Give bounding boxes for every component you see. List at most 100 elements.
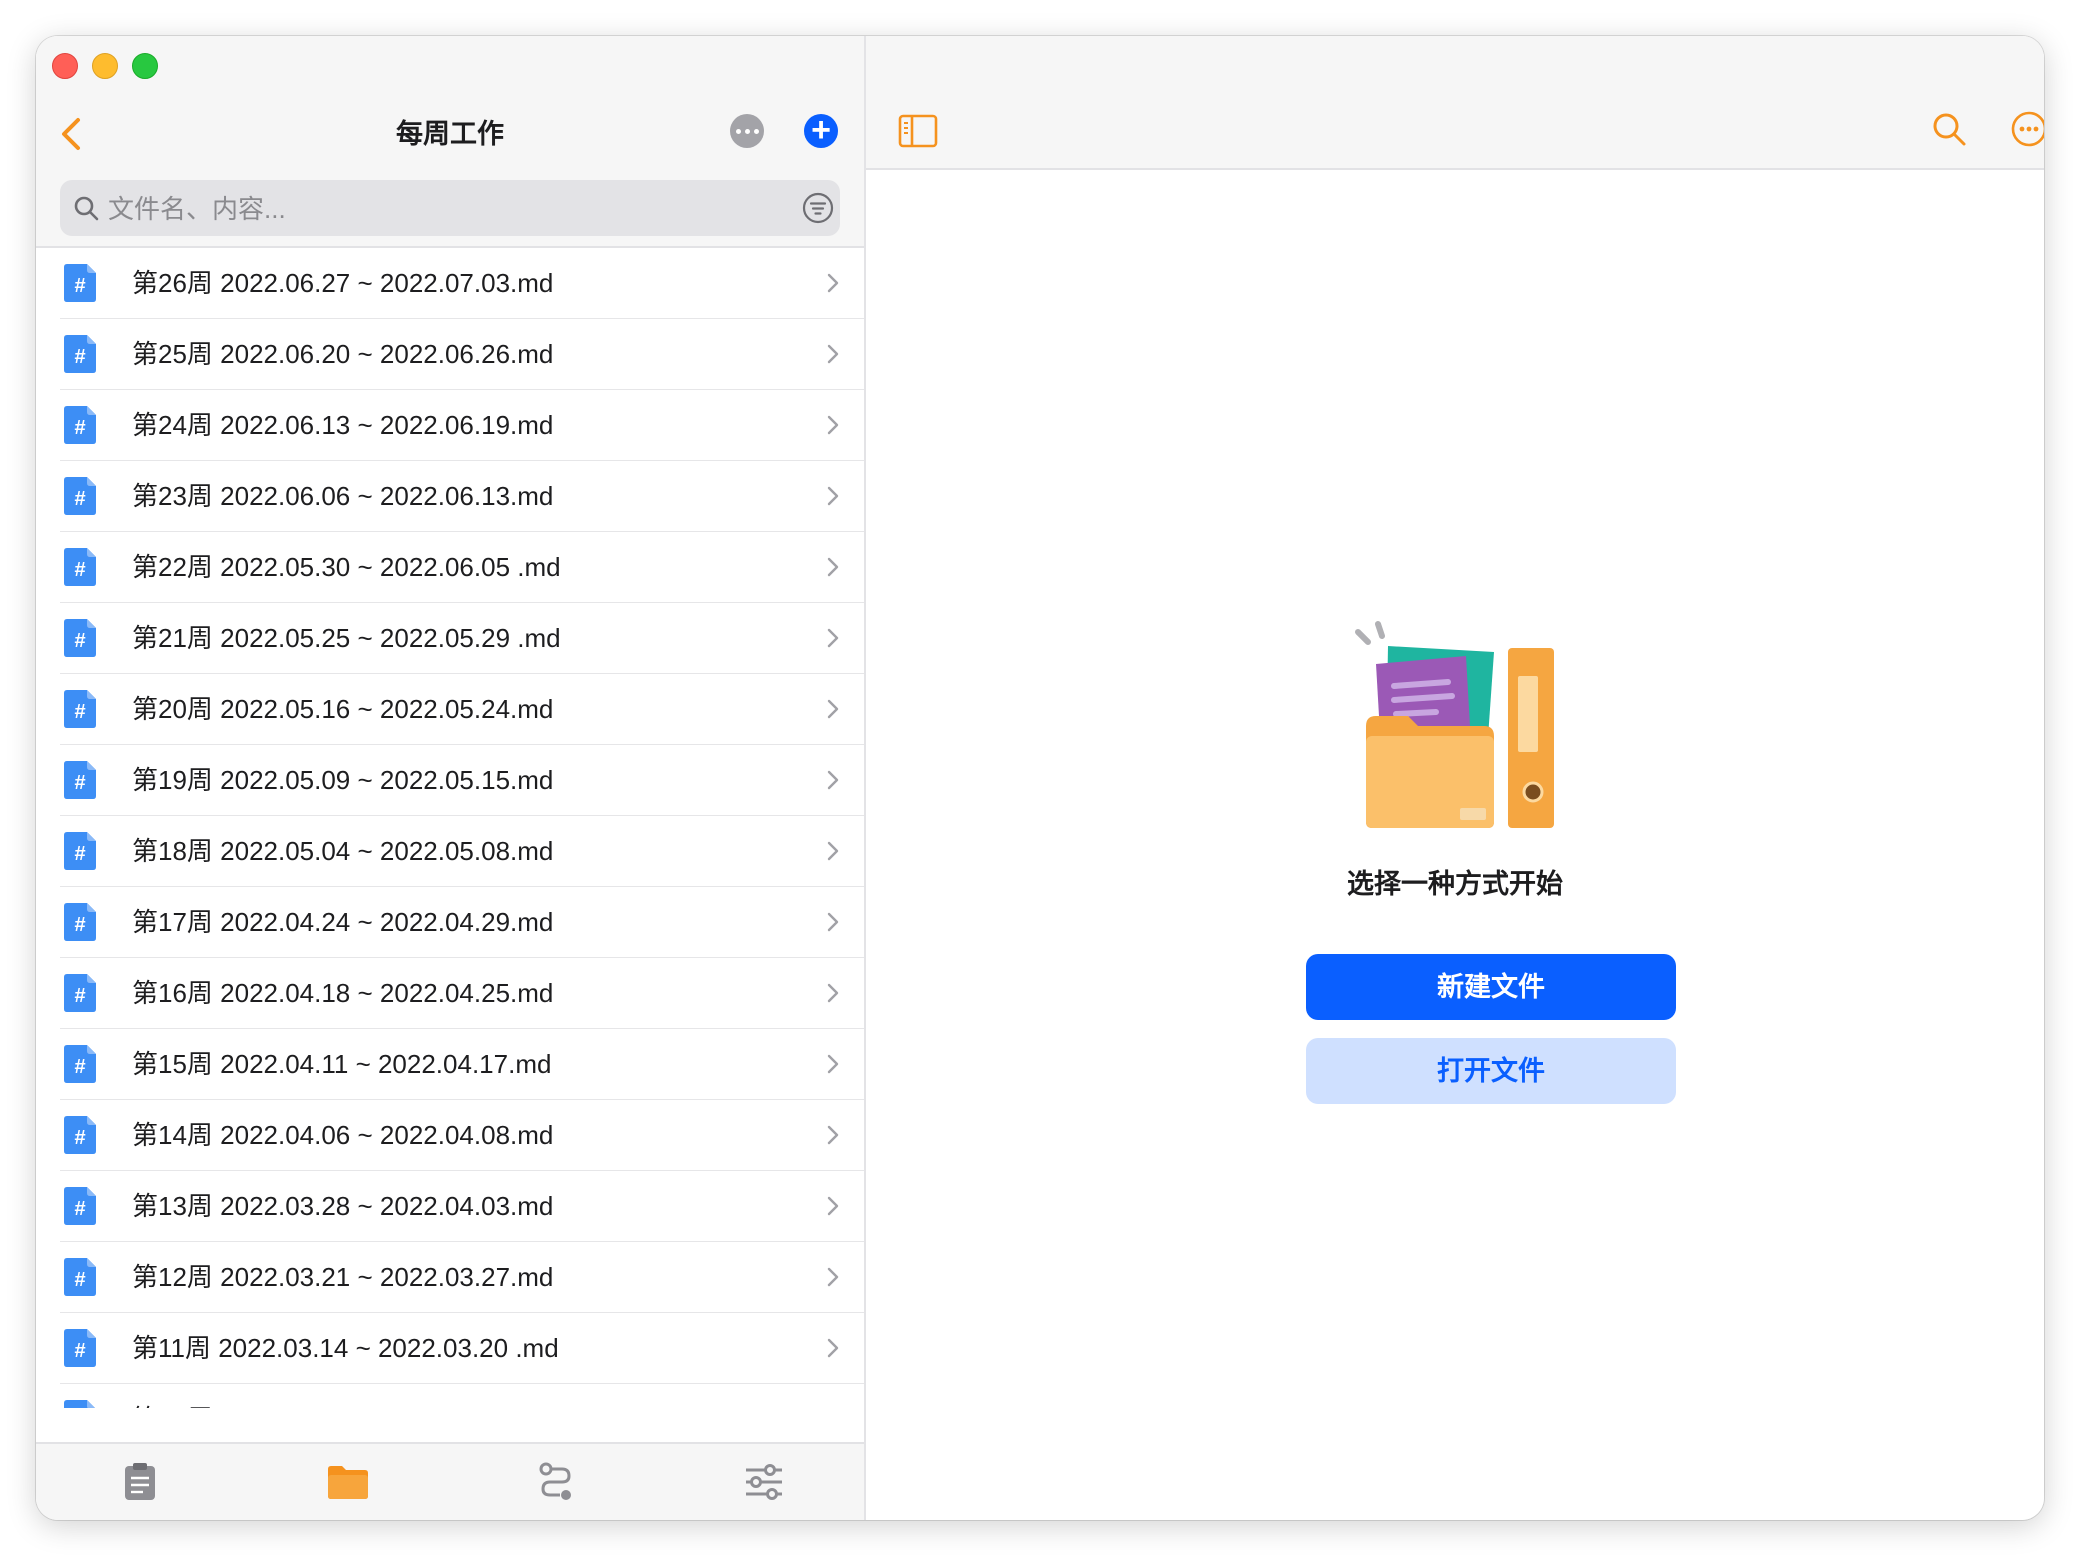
file-name: 第17周 2022.04.24 ~ 2022.04.29.md	[132, 907, 554, 937]
file-name: 第25周 2022.06.20 ~ 2022.06.26.md	[132, 339, 554, 369]
file-row[interactable]: # 第19周 2022.05.09 ~ 2022.05.15.md	[60, 745, 864, 816]
file-row[interactable]: # 第18周 2022.05.04 ~ 2022.05.08.md	[60, 816, 864, 887]
search-input[interactable]	[106, 180, 750, 238]
close-window-button[interactable]	[52, 53, 78, 79]
right-toolbar	[866, 36, 2044, 170]
chevron-right-icon	[827, 1267, 839, 1287]
chevron-right-icon	[827, 983, 839, 1003]
file-row[interactable]: # 第10周 2022.03.07 ~ 2022.03.13.md	[60, 1384, 864, 1408]
chevron-right-icon	[827, 770, 839, 790]
file-list: # 第26周 2022.06.27 ~ 2022.07.03.md # 第25周 20…	[36, 248, 864, 1408]
file-row[interactable]: # 第17周 2022.04.24 ~ 2022.04.29.md	[60, 887, 864, 958]
markdown-file-icon: #	[64, 1187, 96, 1225]
file-name: 第23周 2022.06.06 ~ 2022.06.13.md	[132, 481, 554, 511]
file-row[interactable]: # 第14周 2022.04.06 ~ 2022.04.08.md	[60, 1100, 864, 1171]
route-icon[interactable]	[534, 1460, 578, 1504]
file-row[interactable]: # 第13周 2022.03.28 ~ 2022.04.03.md	[60, 1171, 864, 1242]
markdown-file-icon: #	[64, 477, 96, 515]
app-window: 每周工作 + #第26周 2022.06.27 ~ 2022.07.	[36, 36, 2044, 1520]
chevron-right-icon	[827, 628, 839, 648]
svg-text:#: #	[74, 701, 85, 723]
minimize-window-button[interactable]	[92, 53, 118, 79]
filter-icon[interactable]	[802, 192, 834, 224]
back-chevron-icon[interactable]	[54, 112, 90, 156]
chevron-right-icon	[827, 273, 839, 293]
file-name: 第16周 2022.04.18 ~ 2022.04.25.md	[132, 978, 554, 1008]
file-row[interactable]: # 第26周 2022.06.27 ~ 2022.07.03.md	[60, 248, 864, 319]
open-file-button[interactable]: 打开文件	[1306, 1038, 1676, 1104]
file-browser-pane: 每周工作 + #第26周 2022.06.27 ~ 2022.07.	[36, 36, 866, 1520]
file-row[interactable]: # 第24周 2022.06.13 ~ 2022.06.19.md	[60, 390, 864, 461]
left-toolbar: 每周工作 +	[36, 36, 864, 248]
chevron-right-icon	[827, 486, 839, 506]
file-row[interactable]: # 第23周 2022.06.06 ~ 2022.06.13.md	[60, 461, 864, 532]
add-file-icon[interactable]: +	[804, 113, 838, 148]
more-options-icon[interactable]	[730, 114, 764, 148]
file-row[interactable]: # 第11周 2022.03.14 ~ 2022.03.20 .md	[60, 1313, 864, 1384]
markdown-file-icon: #	[64, 548, 96, 586]
svg-text:#: #	[74, 1198, 85, 1220]
svg-text:#: #	[74, 843, 85, 865]
tab-bar	[36, 1442, 864, 1520]
file-name: 第14周 2022.04.06 ~ 2022.04.08.md	[132, 1120, 554, 1150]
file-name: 第11周 2022.03.14 ~ 2022.03.20 .md	[132, 1333, 559, 1363]
markdown-file-icon: #	[64, 1400, 95, 1408]
file-name: 第20周 2022.05.16 ~ 2022.05.24.md	[132, 694, 554, 724]
svg-text:#: #	[74, 1056, 85, 1078]
zoom-window-button[interactable]	[132, 53, 158, 79]
file-name: 第24周 2022.06.13 ~ 2022.06.19.md	[132, 410, 554, 440]
clipboard-icon[interactable]	[118, 1460, 162, 1504]
svg-text:#: #	[74, 985, 85, 1007]
markdown-file-icon: #	[64, 406, 96, 444]
file-row[interactable]: # 第12周 2022.03.21 ~ 2022.03.27.md	[60, 1242, 864, 1313]
file-row[interactable]: # 第20周 2022.05.16 ~ 2022.05.24.md	[60, 674, 864, 745]
chevron-right-icon	[827, 344, 839, 364]
more-options-icon[interactable]	[2010, 110, 2044, 148]
new-file-button[interactable]: 新建文件	[1306, 954, 1676, 1020]
chevron-right-icon	[827, 415, 839, 435]
file-name: 第19周 2022.05.09 ~ 2022.05.15.md	[132, 765, 554, 795]
svg-text:#: #	[74, 417, 85, 439]
chevron-right-icon	[827, 912, 839, 932]
chevron-right-icon	[827, 699, 839, 719]
file-name: 第10周 2022.03.07 ~ 2022.03.13.md	[132, 1384, 553, 1408]
markdown-file-icon: #	[64, 1045, 96, 1083]
search-icon[interactable]	[1930, 110, 1968, 148]
chevron-right-icon	[827, 1054, 839, 1074]
folder-illustration	[1355, 621, 1554, 828]
file-name: 第13周 2022.03.28 ~ 2022.04.03.md	[132, 1191, 554, 1221]
svg-text:#: #	[74, 559, 85, 581]
file-name: 第21周 2022.05.25 ~ 2022.05.29 .md	[132, 623, 561, 653]
file-row[interactable]: # 第15周 2022.04.11 ~ 2022.04.17.md	[60, 1029, 864, 1100]
file-row[interactable]: # 第21周 2022.05.25 ~ 2022.05.29 .md	[60, 603, 864, 674]
folder-title: 每周工作	[396, 119, 504, 149]
markdown-file-icon: #	[64, 761, 96, 799]
file-row[interactable]: # 第16周 2022.04.18 ~ 2022.04.25.md	[60, 958, 864, 1029]
svg-text:#: #	[74, 1340, 85, 1362]
svg-text:#: #	[74, 346, 85, 368]
file-name: 第12周 2022.03.21 ~ 2022.03.27.md	[132, 1262, 554, 1292]
file-name: 第22周 2022.05.30 ~ 2022.06.05 .md	[132, 552, 561, 582]
markdown-file-icon: #	[64, 1329, 96, 1367]
markdown-file-icon: #	[64, 832, 96, 870]
markdown-file-icon: #	[64, 264, 96, 302]
sliders-icon[interactable]	[742, 1460, 786, 1504]
markdown-file-icon: #	[64, 1116, 96, 1154]
file-row[interactable]: # 第22周 2022.05.30 ~ 2022.06.05 .md	[60, 532, 864, 603]
search-bar	[60, 180, 840, 238]
svg-text:#: #	[74, 1269, 85, 1291]
chevron-right-icon	[827, 557, 839, 577]
markdown-file-icon: #	[64, 335, 96, 373]
folder-icon[interactable]	[326, 1460, 370, 1504]
chevron-right-icon	[827, 1338, 839, 1358]
sidebar-toggle-icon[interactable]	[898, 114, 938, 148]
chevron-right-icon	[827, 841, 839, 861]
markdown-file-icon: #	[64, 690, 96, 728]
markdown-file-icon: #	[64, 974, 96, 1012]
svg-text:#: #	[74, 914, 85, 936]
start-prompt: 选择一种方式开始	[1347, 869, 1563, 899]
file-row[interactable]: # 第25周 2022.06.20 ~ 2022.06.26.md	[60, 319, 864, 390]
svg-text:#: #	[74, 488, 85, 510]
svg-text:#: #	[74, 275, 85, 297]
chevron-right-icon	[827, 1196, 839, 1216]
